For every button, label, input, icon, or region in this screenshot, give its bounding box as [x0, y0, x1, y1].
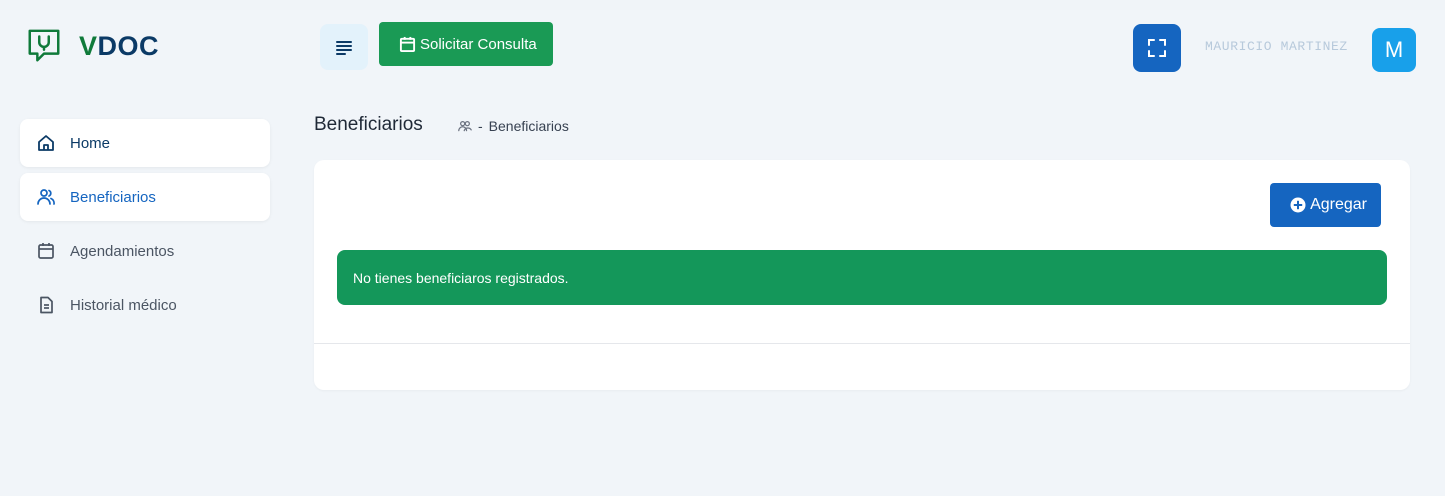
breadcrumb-item[interactable]: Beneficiarios: [489, 118, 569, 134]
menu-lines-icon: [336, 41, 352, 55]
empty-state-alert: No tienes beneficiaros registrados.: [337, 250, 1387, 305]
add-beneficiary-label: Agregar: [1310, 196, 1367, 213]
sidebar-item-label: Home: [70, 134, 111, 152]
request-consultation-button[interactable]: Solicitar Consulta: [379, 22, 553, 66]
sidebar-item-label: Agendamientos: [70, 242, 175, 260]
logo-chat-stethoscope-icon: [28, 29, 60, 62]
brand-name: VDOC: [79, 30, 160, 61]
document-icon: [36, 295, 56, 315]
sidebar-item-label: Beneficiarios: [70, 188, 156, 206]
menu-toggle-button[interactable]: [320, 24, 368, 70]
sidebar-item-historial[interactable]: Historial médico: [20, 281, 270, 329]
brand-logo[interactable]: VDOC: [25, 27, 159, 65]
beneficiaries-card: Agregar No tienes beneficiaros registrad…: [314, 160, 1410, 390]
card-divider: [314, 343, 1410, 344]
users-icon: [36, 187, 56, 207]
user-avatar[interactable]: M: [1372, 28, 1416, 72]
sidebar-item-agendamientos[interactable]: Agendamientos: [20, 227, 270, 275]
calendar-icon: [36, 241, 56, 261]
breadcrumb-separator: -: [478, 118, 483, 134]
sidebar-item-beneficiarios[interactable]: Beneficiarios: [20, 173, 270, 221]
page-title: Beneficiarios: [314, 114, 423, 135]
sidebar-item-label: Historial médico: [70, 296, 177, 314]
fullscreen-button[interactable]: [1133, 24, 1181, 72]
breadcrumb: - Beneficiarios: [458, 118, 569, 134]
fullscreen-icon: [1148, 39, 1166, 57]
user-name[interactable]: MAURICIO MARTINEZ: [1205, 39, 1348, 54]
request-consultation-label: Solicitar Consulta: [420, 35, 537, 53]
sidebar: Home Beneficiarios Agendamientos Histori…: [20, 119, 270, 335]
plus-circle-icon: [1290, 197, 1306, 213]
users-icon: [458, 121, 472, 132]
calendar-icon: [399, 36, 416, 52]
sidebar-item-home[interactable]: Home: [20, 119, 270, 167]
add-beneficiary-button[interactable]: Agregar: [1270, 183, 1381, 227]
home-icon: [36, 133, 56, 153]
